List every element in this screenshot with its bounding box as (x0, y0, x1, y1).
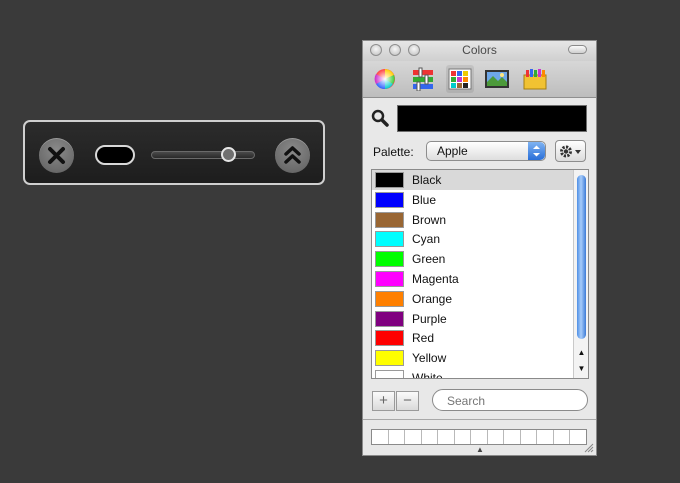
color-list-item[interactable]: Black (372, 170, 573, 190)
remove-color-button[interactable]: − (396, 391, 419, 411)
palette-select[interactable]: Apple (426, 141, 546, 161)
search-field (432, 389, 588, 411)
color-palettes-icon (448, 68, 472, 90)
hud-controller (23, 120, 325, 185)
color-name: Black (412, 173, 442, 187)
strip-handle-icon[interactable]: ▲ (476, 445, 484, 454)
color-chip (375, 330, 404, 347)
swatch-slot[interactable] (405, 430, 422, 444)
mode-color-wheel[interactable] (371, 65, 399, 93)
swatch-slot[interactable] (372, 430, 389, 444)
swatch-slot[interactable] (537, 430, 554, 444)
color-sliders-icon (413, 67, 433, 91)
swatch-slot[interactable] (389, 430, 406, 444)
gear-icon (560, 145, 581, 158)
color-name: Red (412, 331, 435, 346)
color-list-item[interactable]: Green (372, 249, 573, 269)
mode-color-palettes[interactable] (446, 65, 474, 93)
window-title: Colors (462, 43, 497, 57)
close-button[interactable] (39, 138, 74, 173)
color-list-item[interactable]: Red (372, 328, 573, 348)
title-bar[interactable]: Colors (363, 41, 596, 61)
color-name: Green (412, 252, 446, 267)
color-chip (375, 310, 404, 327)
color-name: Cyan (412, 232, 441, 247)
color-list-item[interactable]: Cyan (372, 229, 573, 249)
color-list-item[interactable]: Orange (372, 289, 573, 309)
color-wheel-icon (374, 69, 395, 90)
scroll-up-arrow[interactable]: ▲ (574, 346, 588, 360)
expand-button[interactable] (275, 138, 310, 173)
swatch-divider (363, 419, 596, 420)
volume-slider-track[interactable] (151, 151, 255, 159)
color-chip (375, 191, 404, 208)
fullscreen-toggle[interactable] (95, 145, 135, 165)
color-name: White (412, 371, 443, 379)
color-chip (375, 231, 404, 248)
color-chip (375, 350, 404, 367)
volume-slider-knob[interactable] (220, 147, 236, 162)
resize-grip-icon[interactable] (584, 443, 594, 453)
color-list-item[interactable]: Blue (372, 190, 573, 210)
swatch-slot[interactable] (471, 430, 488, 444)
color-chip (375, 251, 404, 268)
swatch-slot[interactable] (455, 430, 472, 444)
palette-action-button[interactable] (555, 140, 586, 162)
color-list: Black Blue Brown Cyan Green Magenta Orange Purp… (371, 169, 589, 379)
color-chip (375, 370, 404, 378)
saved-swatch-strip[interactable] (371, 429, 587, 445)
palette-label: Palette: (373, 145, 414, 159)
color-name: Brown (412, 212, 447, 227)
current-color-well[interactable] (397, 105, 587, 132)
color-list-item[interactable]: Yellow (372, 348, 573, 368)
search-input[interactable] (445, 392, 579, 410)
swatch-slot[interactable] (504, 430, 521, 444)
color-chip (375, 271, 404, 287)
color-name: Yellow (412, 351, 447, 366)
magnifier-icon[interactable] (371, 109, 389, 127)
select-arrows-icon (528, 142, 545, 160)
color-name: Orange (412, 291, 453, 306)
color-chip (375, 211, 404, 228)
color-name: Magenta (412, 272, 459, 286)
mode-color-sliders[interactable] (409, 65, 437, 93)
color-list-item[interactable]: White (372, 368, 573, 379)
color-name: Purple (412, 311, 447, 326)
color-list-item[interactable]: Magenta (372, 269, 573, 289)
add-color-button[interactable]: + (372, 391, 395, 411)
color-list-item[interactable]: Brown (372, 210, 573, 230)
close-x-icon (48, 147, 65, 164)
color-chip (375, 290, 404, 307)
swatch-slot[interactable] (570, 430, 586, 444)
double-chevron-up-icon (284, 146, 301, 164)
list-scrollbar[interactable]: ▲ ▼ (573, 170, 588, 378)
swatch-slot[interactable] (554, 430, 571, 444)
mode-toolbar (363, 61, 596, 98)
swatch-slot[interactable] (438, 430, 455, 444)
toolbar-toggle-button[interactable] (568, 45, 587, 54)
mode-image-palettes[interactable] (483, 65, 511, 93)
color-name: Blue (412, 192, 437, 207)
scrollbar-thumb[interactable] (577, 175, 586, 339)
crayons-icon (523, 69, 547, 90)
color-chip (375, 172, 404, 188)
palette-select-value: Apple (437, 144, 468, 158)
swatch-slot[interactable] (521, 430, 538, 444)
scroll-down-arrow[interactable]: ▼ (574, 362, 588, 376)
color-list-item[interactable]: Purple (372, 309, 573, 329)
swatch-slot[interactable] (488, 430, 505, 444)
swatch-slot[interactable] (422, 430, 439, 444)
mode-crayons[interactable] (521, 65, 549, 93)
colors-panel: Colors Palette: Apple Black Blue Brown C… (362, 40, 597, 456)
image-palettes-icon (485, 70, 509, 88)
